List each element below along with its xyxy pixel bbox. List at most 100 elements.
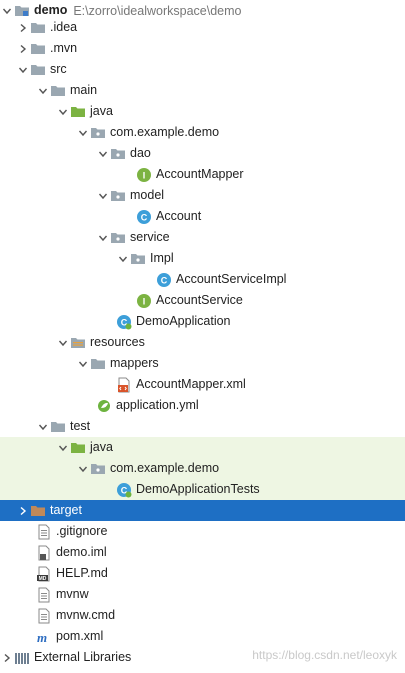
tree-item-dao[interactable]: dao bbox=[0, 143, 405, 164]
tree-item-label: target bbox=[50, 503, 82, 517]
chevron-down-icon[interactable] bbox=[56, 437, 70, 458]
tree-item-account-service[interactable]: I AccountService bbox=[0, 290, 405, 311]
chevron-down-icon[interactable] bbox=[56, 101, 70, 122]
tree-item-label: External Libraries bbox=[34, 650, 132, 664]
xml-file-icon bbox=[116, 377, 132, 393]
chevron-down-icon[interactable] bbox=[96, 185, 110, 206]
tree-item-mvn[interactable]: .mvn bbox=[0, 38, 405, 59]
tree-item-label: .idea bbox=[50, 20, 78, 34]
tree-item-label: pom.xml bbox=[56, 629, 104, 643]
tree-item-mvnw-cmd[interactable]: mvnw.cmd bbox=[0, 605, 405, 626]
chevron-down-icon[interactable] bbox=[96, 227, 110, 248]
chevron-down-icon[interactable] bbox=[56, 332, 70, 353]
resources-folder-icon bbox=[70, 335, 86, 351]
tree-item-label: java bbox=[90, 440, 113, 454]
tree-item-help-md[interactable]: MD HELP.md bbox=[0, 563, 405, 584]
spring-yml-icon bbox=[96, 398, 112, 414]
tree-item-target[interactable]: target bbox=[0, 500, 405, 521]
chevron-right-icon[interactable] bbox=[16, 500, 30, 521]
tree-item-account-service-impl[interactable]: C AccountServiceImpl bbox=[0, 269, 405, 290]
tree-item-demo-application-tests[interactable]: C DemoApplicationTests bbox=[0, 479, 405, 500]
tree-item-demo-iml[interactable]: demo.iml bbox=[0, 542, 405, 563]
chevron-right-icon[interactable] bbox=[16, 38, 30, 59]
tree-item-label: AccountService bbox=[156, 293, 243, 307]
package-icon bbox=[130, 251, 146, 267]
class-icon: C bbox=[156, 272, 172, 288]
folder-icon bbox=[30, 62, 46, 78]
tree-item-service[interactable]: service bbox=[0, 227, 405, 248]
tree-item-main[interactable]: main bbox=[0, 80, 405, 101]
chevron-down-icon[interactable] bbox=[96, 143, 110, 164]
tree-item-label: resources bbox=[90, 335, 145, 349]
tree-item-pom-xml[interactable]: pom.xml bbox=[0, 626, 405, 647]
chevron-down-icon[interactable] bbox=[76, 458, 90, 479]
tree-item-gitignore[interactable]: .gitignore bbox=[0, 521, 405, 542]
chevron-down-icon[interactable] bbox=[76, 122, 90, 143]
tree-item-model[interactable]: model bbox=[0, 185, 405, 206]
tree-item-idea[interactable]: .idea bbox=[0, 17, 405, 38]
interface-icon: I bbox=[136, 293, 152, 309]
tree-item-label: .mvn bbox=[50, 41, 78, 55]
chevron-right-icon[interactable] bbox=[16, 17, 30, 38]
markdown-file-icon: MD bbox=[36, 566, 52, 582]
tree-item-label: dao bbox=[130, 146, 151, 160]
folder-icon bbox=[90, 356, 106, 372]
tree-item-account-mapper[interactable]: I AccountMapper bbox=[0, 164, 405, 185]
package-icon bbox=[90, 461, 106, 477]
folder-icon bbox=[50, 83, 66, 99]
package-icon bbox=[90, 125, 106, 141]
test-source-folder-icon bbox=[70, 440, 86, 456]
svg-text:MD: MD bbox=[39, 576, 47, 582]
tree-item-mvnw[interactable]: mvnw bbox=[0, 584, 405, 605]
tree-item-label: HELP.md bbox=[56, 566, 108, 580]
tree-item-account[interactable]: C Account bbox=[0, 206, 405, 227]
tree-item-main-java[interactable]: java bbox=[0, 101, 405, 122]
tree-item-resources[interactable]: resources bbox=[0, 332, 405, 353]
tree-item-mappers[interactable]: mappers bbox=[0, 353, 405, 374]
tree-item-test[interactable]: test bbox=[0, 416, 405, 437]
tree-item-label: mappers bbox=[110, 356, 159, 370]
test-class-icon: C bbox=[116, 482, 132, 498]
package-icon bbox=[110, 230, 126, 246]
tree-item-account-mapper-xml[interactable]: AccountMapper.xml bbox=[0, 374, 405, 395]
chevron-down-icon[interactable] bbox=[16, 59, 30, 80]
tree-item-label: AccountServiceImpl bbox=[176, 272, 287, 286]
tree-item-label: mvnw.cmd bbox=[56, 608, 116, 622]
chevron-down-icon[interactable] bbox=[36, 416, 50, 437]
interface-icon: I bbox=[136, 167, 152, 183]
tree-item-label: service bbox=[130, 230, 170, 244]
tree-item-label: Account bbox=[156, 209, 202, 223]
svg-text:C: C bbox=[141, 212, 148, 222]
tree-item-test-java[interactable]: java bbox=[0, 437, 405, 458]
tree-item-label: AccountMapper bbox=[156, 167, 244, 181]
project-path: E:\zorro\idealworkspace\demo bbox=[73, 3, 242, 18]
chevron-down-icon[interactable] bbox=[76, 353, 90, 374]
tree-item-demo-application[interactable]: C DemoApplication bbox=[0, 311, 405, 332]
tree-item-label: java bbox=[90, 104, 113, 118]
tree-item-label: Impl bbox=[150, 251, 174, 265]
tree-item-label: mvnw bbox=[56, 587, 89, 601]
tree-item-label: DemoApplication bbox=[136, 314, 231, 328]
chevron-down-icon[interactable] bbox=[36, 80, 50, 101]
watermark-text: https://blog.csdn.net/leoxyk bbox=[252, 648, 397, 662]
libraries-icon bbox=[14, 650, 30, 666]
iml-file-icon bbox=[36, 545, 52, 561]
text-file-icon bbox=[36, 608, 52, 624]
tree-item-label: com.example.demo bbox=[110, 125, 220, 139]
tree-item-label: main bbox=[70, 83, 98, 97]
tree-item-main-package[interactable]: com.example.demo bbox=[0, 122, 405, 143]
tree-item-application-yml[interactable]: application.yml bbox=[0, 395, 405, 416]
text-file-icon bbox=[36, 587, 52, 603]
tree-item-label: .gitignore bbox=[56, 524, 108, 538]
tree-item-src[interactable]: src bbox=[0, 59, 405, 80]
svg-text:C: C bbox=[161, 275, 168, 285]
chevron-down-icon[interactable] bbox=[116, 248, 130, 269]
maven-icon bbox=[36, 629, 52, 645]
source-folder-icon bbox=[70, 104, 86, 120]
chevron-right-icon[interactable] bbox=[0, 647, 14, 668]
package-icon bbox=[110, 146, 126, 162]
class-icon: C bbox=[136, 209, 152, 225]
tree-item-impl[interactable]: Impl bbox=[0, 248, 405, 269]
tree-item-label: application.yml bbox=[116, 398, 199, 412]
tree-item-test-package[interactable]: com.example.demo bbox=[0, 458, 405, 479]
